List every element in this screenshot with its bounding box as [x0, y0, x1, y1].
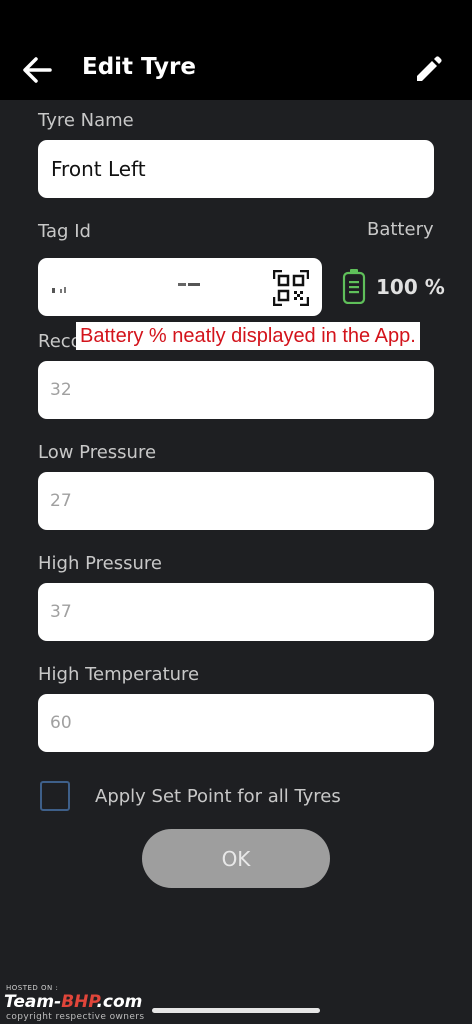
home-indicator[interactable]	[152, 1008, 320, 1013]
watermark-brand-part3: .com	[96, 992, 143, 1012]
watermark: HOSTED ON : Team-BHP.com copyright respe…	[4, 984, 204, 1024]
recommended-pressure-input[interactable]: 32	[38, 361, 434, 419]
high-pressure-input[interactable]: 37	[38, 583, 434, 641]
watermark-brand-part1: Team-	[4, 992, 62, 1012]
redacted-tag-value	[52, 283, 200, 293]
low-pressure-label: Low Pressure	[38, 442, 157, 463]
tag-id-label: Tag Id	[38, 221, 91, 242]
battery-label: Battery	[367, 219, 434, 240]
qr-code-icon[interactable]	[273, 270, 309, 306]
high-temperature-input[interactable]: 60	[38, 694, 434, 752]
app-bar: Edit Tyre	[0, 40, 472, 100]
ok-button[interactable]: OK	[142, 829, 330, 888]
watermark-hosted: HOSTED ON :	[6, 984, 59, 992]
high-temperature-label: High Temperature	[38, 664, 200, 685]
tag-id-input[interactable]	[38, 258, 322, 316]
watermark-brand-part2: BHP	[61, 992, 97, 1012]
tyre-name-label: Tyre Name	[38, 110, 134, 131]
battery-percentage: 100 %	[376, 275, 445, 299]
back-arrow-icon[interactable]	[18, 52, 56, 88]
watermark-brand: Team-BHP.com	[4, 992, 142, 1012]
status-bar	[0, 0, 472, 40]
apply-all-checkbox[interactable]	[40, 781, 70, 811]
high-pressure-label: High Pressure	[38, 553, 162, 574]
low-pressure-input[interactable]: 27	[38, 472, 434, 530]
apply-all-label: Apply Set Point for all Tyres	[95, 786, 341, 807]
battery-icon	[342, 269, 366, 304]
page-title: Edit Tyre	[82, 54, 196, 80]
annotation-overlay: Battery % neatly displayed in the App.	[76, 322, 420, 350]
watermark-copyright: copyright respective owners	[6, 1012, 145, 1022]
pencil-icon[interactable]	[412, 54, 444, 86]
tyre-name-input[interactable]: Front Left	[38, 140, 434, 198]
